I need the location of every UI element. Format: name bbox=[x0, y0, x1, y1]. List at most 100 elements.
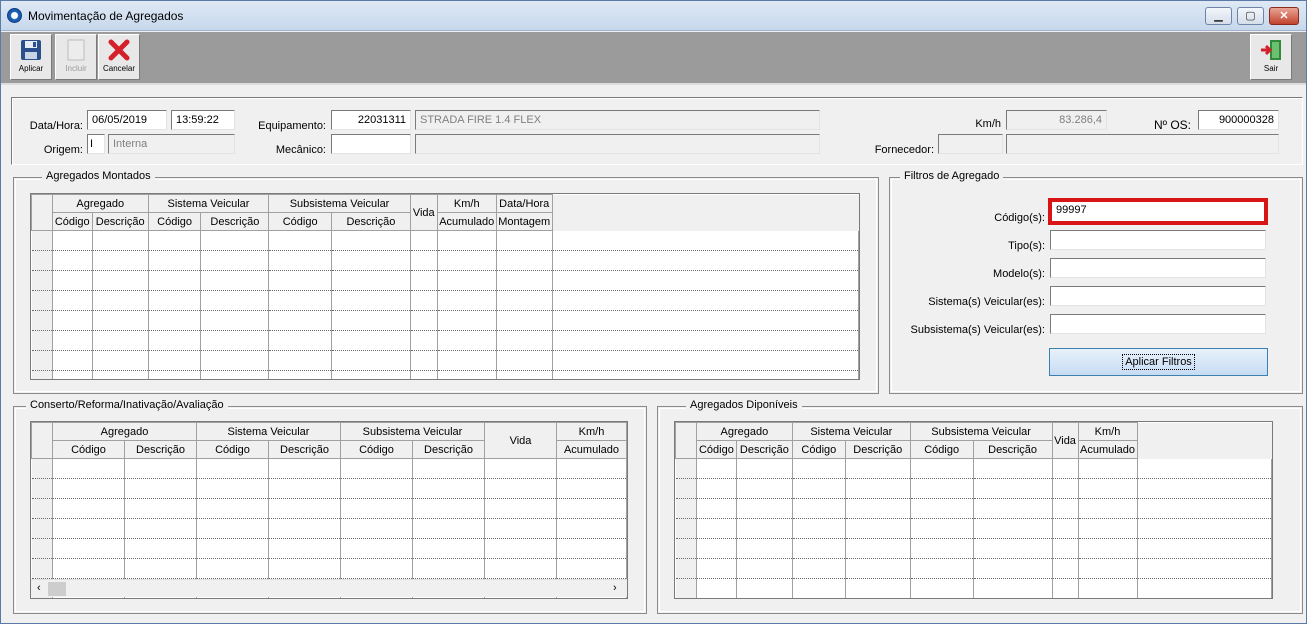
table-cell[interactable] bbox=[52, 458, 125, 479]
col-header-kmh[interactable]: Km/h bbox=[436, 194, 497, 213]
col-header[interactable]: Código bbox=[52, 440, 125, 459]
table-cell[interactable] bbox=[52, 310, 93, 331]
table-row[interactable] bbox=[675, 478, 1272, 499]
table-cell[interactable] bbox=[412, 518, 485, 539]
table-cell[interactable] bbox=[196, 498, 269, 519]
table-cell[interactable] bbox=[92, 310, 149, 331]
table-cell[interactable] bbox=[437, 370, 497, 379]
col-header-kmh-2[interactable]: Acumulado bbox=[556, 440, 627, 459]
table-cell[interactable] bbox=[200, 370, 270, 379]
row-indicator[interactable] bbox=[31, 478, 53, 499]
table-cell[interactable] bbox=[410, 370, 438, 379]
date-field[interactable]: 06/05/2019 bbox=[87, 110, 167, 130]
col-header-datahora[interactable]: Data/Hora bbox=[495, 194, 553, 213]
table-cell[interactable] bbox=[1137, 458, 1272, 479]
table-cell[interactable] bbox=[410, 290, 438, 311]
table-row[interactable] bbox=[31, 498, 627, 519]
table-cell[interactable] bbox=[200, 310, 270, 331]
table-cell[interactable] bbox=[973, 458, 1053, 479]
table-cell[interactable] bbox=[1078, 458, 1138, 479]
table-cell[interactable] bbox=[556, 478, 627, 499]
table-cell[interactable] bbox=[1137, 538, 1272, 559]
table-cell[interactable] bbox=[412, 498, 485, 519]
table-cell[interactable] bbox=[437, 270, 497, 291]
table-cell[interactable] bbox=[845, 558, 911, 579]
table-cell[interactable] bbox=[973, 478, 1053, 499]
scroll-thumb[interactable] bbox=[48, 582, 66, 596]
cancel-button[interactable]: Cancelar bbox=[98, 34, 140, 80]
table-cell[interactable] bbox=[696, 558, 737, 579]
row-indicator[interactable] bbox=[31, 330, 53, 351]
table-cell[interactable] bbox=[552, 230, 859, 251]
table-cell[interactable] bbox=[148, 250, 202, 271]
col-header[interactable]: Descrição bbox=[735, 440, 793, 459]
col-header-vida[interactable]: Vida bbox=[484, 422, 557, 459]
table-cell[interactable] bbox=[200, 250, 270, 271]
mounted-grid[interactable]: Agregado Sistema Veicular Subsistema Vei… bbox=[30, 193, 860, 380]
table-cell[interactable] bbox=[124, 498, 197, 519]
table-cell[interactable] bbox=[792, 458, 846, 479]
table-cell[interactable] bbox=[910, 578, 974, 598]
table-cell[interactable] bbox=[340, 498, 413, 519]
table-cell[interactable] bbox=[1052, 458, 1079, 479]
table-cell[interactable] bbox=[52, 350, 93, 371]
row-indicator[interactable] bbox=[675, 498, 697, 519]
row-indicator[interactable] bbox=[31, 230, 53, 251]
table-cell[interactable] bbox=[92, 370, 149, 379]
table-cell[interactable] bbox=[696, 478, 737, 499]
row-indicator[interactable] bbox=[31, 498, 53, 519]
table-cell[interactable] bbox=[268, 250, 333, 271]
table-cell[interactable] bbox=[92, 230, 149, 251]
table-cell[interactable] bbox=[792, 518, 846, 539]
table-cell[interactable] bbox=[437, 350, 497, 371]
table-cell[interactable] bbox=[200, 290, 270, 311]
table-cell[interactable] bbox=[552, 290, 859, 311]
row-indicator[interactable] bbox=[31, 270, 53, 291]
table-cell[interactable] bbox=[792, 578, 846, 598]
table-cell[interactable] bbox=[52, 330, 93, 351]
table-cell[interactable] bbox=[1078, 498, 1138, 519]
table-cell[interactable] bbox=[92, 250, 149, 271]
table-cell[interactable] bbox=[696, 538, 737, 559]
table-cell[interactable] bbox=[412, 558, 485, 579]
mechanic-code-field[interactable] bbox=[331, 134, 411, 154]
col-header[interactable]: Código bbox=[268, 212, 333, 231]
table-cell[interactable] bbox=[736, 558, 793, 579]
table-cell[interactable] bbox=[410, 310, 438, 331]
include-button[interactable]: Incluir bbox=[55, 34, 97, 80]
table-cell[interactable] bbox=[412, 478, 485, 499]
table-cell[interactable] bbox=[124, 478, 197, 499]
table-cell[interactable] bbox=[556, 498, 627, 519]
table-cell[interactable] bbox=[1052, 498, 1079, 519]
table-cell[interactable] bbox=[196, 518, 269, 539]
table-cell[interactable] bbox=[556, 458, 627, 479]
table-cell[interactable] bbox=[696, 458, 737, 479]
col-header-vida[interactable]: Vida bbox=[409, 194, 438, 231]
table-cell[interactable] bbox=[1052, 558, 1079, 579]
table-cell[interactable] bbox=[736, 478, 793, 499]
table-cell[interactable] bbox=[1137, 558, 1272, 579]
table-row[interactable] bbox=[31, 350, 859, 371]
table-cell[interactable] bbox=[331, 290, 411, 311]
supplier-code-field[interactable] bbox=[938, 134, 1003, 154]
filter-type-input[interactable] bbox=[1050, 230, 1266, 250]
table-cell[interactable] bbox=[910, 498, 974, 519]
table-cell[interactable] bbox=[1137, 518, 1272, 539]
table-cell[interactable] bbox=[268, 478, 341, 499]
table-cell[interactable] bbox=[148, 270, 202, 291]
table-cell[interactable] bbox=[268, 458, 341, 479]
col-header[interactable]: Descrição bbox=[268, 440, 341, 459]
exit-button[interactable]: Sair bbox=[1250, 34, 1292, 80]
table-cell[interactable] bbox=[484, 498, 557, 519]
table-cell[interactable] bbox=[845, 518, 911, 539]
table-cell[interactable] bbox=[196, 458, 269, 479]
table-cell[interactable] bbox=[1078, 578, 1138, 598]
col-header[interactable]: Código bbox=[147, 212, 202, 231]
table-cell[interactable] bbox=[910, 538, 974, 559]
col-header[interactable]: Descrição bbox=[331, 212, 411, 231]
table-cell[interactable] bbox=[910, 458, 974, 479]
table-cell[interactable] bbox=[1078, 558, 1138, 579]
table-cell[interactable] bbox=[910, 518, 974, 539]
table-cell[interactable] bbox=[124, 558, 197, 579]
table-cell[interactable] bbox=[1052, 538, 1079, 559]
